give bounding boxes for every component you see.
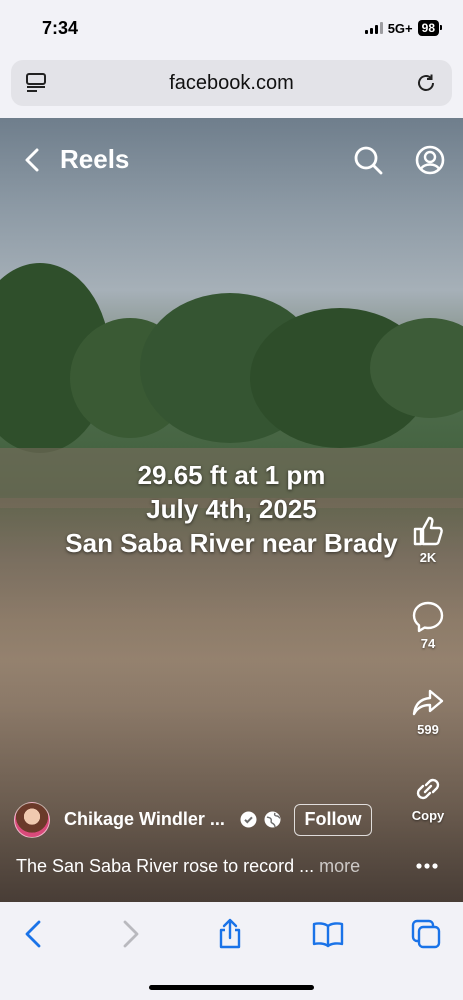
comment-icon[interactable]	[411, 600, 445, 634]
search-icon[interactable]	[352, 144, 384, 176]
home-indicator	[149, 985, 314, 990]
page-title: Reels	[60, 144, 130, 174]
thumbs-up-icon[interactable]	[411, 514, 445, 548]
signal-icon	[364, 22, 383, 34]
reader-format-icon[interactable]	[25, 72, 47, 94]
overlay-line: 29.65 ft at 1 pm	[137, 460, 326, 490]
overlay-line: San Saba River near Brady	[65, 528, 398, 558]
like-button[interactable]: 2K	[402, 514, 454, 565]
reload-icon[interactable]	[414, 71, 438, 95]
url-text[interactable]: facebook.com	[169, 72, 294, 95]
caption-more-link[interactable]: more	[319, 856, 360, 876]
reels-header: Reels	[0, 118, 463, 202]
share-sheet-button[interactable]	[214, 918, 246, 950]
author-name[interactable]: Chikage Windler ...	[64, 809, 225, 830]
more-options-icon[interactable]	[414, 856, 440, 876]
avatar[interactable]	[14, 802, 50, 838]
profile-icon[interactable]	[414, 144, 446, 176]
share-count: 599	[417, 722, 439, 737]
reel-author: Chikage Windler ... Follow	[14, 800, 454, 840]
reel-caption[interactable]: The San Saba River rose to record ... mo…	[16, 856, 360, 877]
bookmarks-button[interactable]	[312, 918, 344, 950]
network-type: 5G+	[387, 20, 413, 36]
status-indicators: 5G+ 98	[364, 20, 443, 36]
address-bar[interactable]: facebook.com	[11, 60, 452, 106]
status-bar: 7:34 5G+ 98	[0, 0, 463, 56]
caption-text: The San Saba River rose to record ...	[16, 856, 315, 876]
chevron-left-icon[interactable]	[22, 146, 42, 174]
battery-indicator: 98	[417, 20, 443, 36]
video-overlay-text: 29.65 ft at 1 pm July 4th, 2025 San Saba…	[0, 458, 463, 560]
back-button[interactable]	[18, 918, 50, 950]
overlay-line: July 4th, 2025	[146, 494, 317, 524]
follow-button[interactable]: Follow	[294, 804, 372, 836]
like-count: 2K	[419, 550, 437, 565]
tabs-button[interactable]	[410, 918, 442, 950]
comment-count: 74	[420, 636, 436, 651]
verified-badge-icon	[240, 811, 257, 828]
forward-button[interactable]	[114, 918, 146, 950]
share-icon[interactable]	[411, 686, 445, 720]
share-button[interactable]: 599	[402, 686, 454, 737]
reel-video[interactable]: Reels 29.65 ft at 1 pm July 4th, 2025 Sa…	[0, 118, 463, 902]
globe-icon	[264, 811, 281, 828]
comment-button[interactable]: 74	[402, 600, 454, 651]
status-time: 7:34	[42, 18, 79, 38]
